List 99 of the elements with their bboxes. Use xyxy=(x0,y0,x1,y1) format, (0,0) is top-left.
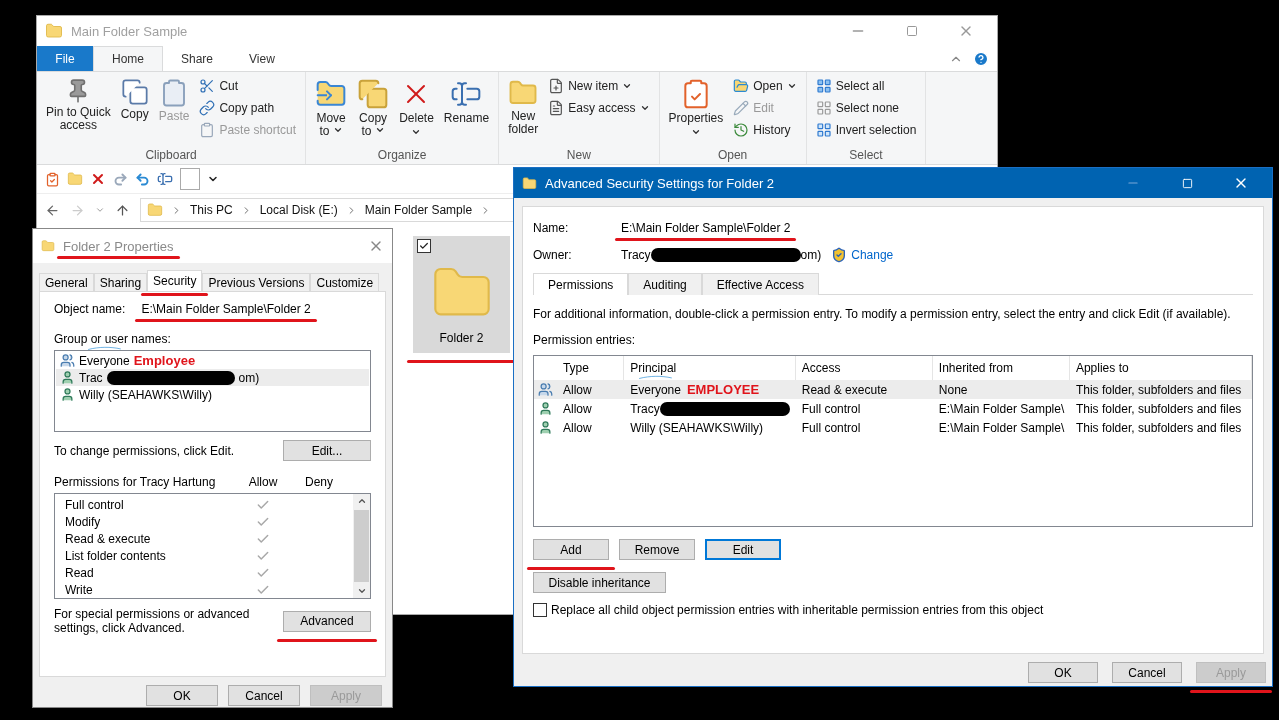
ribbon-button[interactable]: Pin to Quick access xyxy=(43,76,114,134)
permission-name: Full control xyxy=(65,498,125,513)
user-name: Willy (SEAHAWKS\Willy) xyxy=(79,387,212,402)
dialog-title: Advanced Security Settings for Folder 2 xyxy=(545,175,775,191)
action-button[interactable]: Add xyxy=(533,539,609,560)
table-cell: Tracy xyxy=(630,401,660,416)
table-cell: Read & execute xyxy=(801,382,888,397)
permission-name: Modify xyxy=(65,515,102,530)
hint-text: For special permissions or advanced settings, click Advanced. xyxy=(54,607,251,635)
edit-button[interactable]: Edit... xyxy=(283,440,371,461)
table-cell: Full control xyxy=(801,420,861,435)
ribbon-button[interactable]: Invert selection xyxy=(812,120,920,140)
user-list-item[interactable]: Trac om) xyxy=(56,369,369,386)
breadcrumb[interactable]: This PC xyxy=(190,203,233,217)
table-cell: None xyxy=(938,382,968,397)
ribbon-tab[interactable]: File xyxy=(37,46,93,71)
ribbon-button[interactable]: Move to xyxy=(312,76,351,140)
annotation-text: Employee xyxy=(133,353,196,368)
column-header: Allow xyxy=(248,475,278,489)
field-label: Owner: xyxy=(533,248,573,262)
table-cell: Allow xyxy=(562,382,592,397)
section-label: Permissions for Tracy Hartung xyxy=(54,475,217,489)
ribbon-tab[interactable]: Home xyxy=(93,46,163,71)
dialog-tab[interactable]: Permissions xyxy=(533,273,629,295)
dialog-button[interactable]: Cancel xyxy=(1112,662,1182,683)
ribbon-button[interactable]: History xyxy=(730,120,800,140)
dialog-button[interactable]: OK xyxy=(1028,662,1098,683)
ribbon-button[interactable]: Select all xyxy=(812,76,920,96)
ribbon-button[interactable]: Open xyxy=(730,76,800,96)
action-button[interactable]: Edit xyxy=(705,539,781,560)
column-header: Deny xyxy=(305,475,333,489)
table-cell: Allow xyxy=(562,401,592,416)
folder-tile[interactable]: Folder 2 xyxy=(413,236,510,353)
section-label: Group or user names: xyxy=(54,332,171,346)
group-label: Open xyxy=(716,148,749,162)
dialog-button[interactable]: Cancel xyxy=(228,685,300,706)
field-value: E:\Main Folder Sample\Folder 2 xyxy=(141,302,311,316)
action-button[interactable]: Remove xyxy=(619,539,695,560)
table-cell: This folder, subfolders and files xyxy=(1075,401,1242,416)
ribbon-button[interactable]: New folder xyxy=(505,76,542,138)
dialog-button[interactable]: OK xyxy=(146,685,218,706)
hint-text: To change permissions, click Edit. xyxy=(54,443,236,458)
table-row[interactable]: Allow Tracy Full control E:\Main Folder Sample\ This folder, subfolders and files xyxy=(534,399,1252,418)
ribbon-button[interactable]: Easy access xyxy=(545,98,653,118)
ribbon-button[interactable]: Delete xyxy=(396,76,437,139)
field-value: E:\Main Folder Sample\Folder 2 xyxy=(621,221,791,235)
table-cell: Full control xyxy=(801,401,861,416)
dialog-tab[interactable]: Security xyxy=(147,270,203,291)
table-cell: Allow xyxy=(562,420,592,435)
dialog-tab[interactable]: General xyxy=(39,273,94,291)
section-label: Permission entries: xyxy=(533,333,636,347)
field-value: Tracy xyxy=(621,248,651,262)
group-label: Clipboard xyxy=(144,148,198,162)
user-name: Trac xyxy=(79,370,103,385)
folder-label: Folder 2 xyxy=(439,331,484,345)
table-cell: This folder, subfolders and files xyxy=(1075,420,1242,435)
user-list-item[interactable]: Everyone Employee xyxy=(56,352,369,369)
dialog-tab[interactable]: Previous Versions xyxy=(202,273,311,291)
change-link[interactable]: Change xyxy=(851,248,894,262)
ribbon-button[interactable]: New item xyxy=(545,76,653,96)
group-label: New xyxy=(565,148,592,162)
table-row[interactable]: Allow Willy (SEAHAWKS\Willy) Full control E:\Main Folder Sample\ This folder, subfolders and files xyxy=(534,418,1252,437)
ribbon-button[interactable]: Copy xyxy=(117,76,152,123)
table-cell: E:\Main Folder Sample\ xyxy=(938,401,1065,416)
group-label: Select xyxy=(848,148,884,162)
ribbon-button[interactable]: Rename xyxy=(440,76,493,127)
dialog-tab[interactable]: Sharing xyxy=(93,273,148,291)
permission-name: Read & execute xyxy=(65,532,152,547)
breadcrumb[interactable]: Main Folder Sample xyxy=(364,203,473,217)
field-label: Object name: xyxy=(54,302,126,316)
permission-name: List folder contents xyxy=(65,548,167,563)
permission-name: Read xyxy=(65,565,95,580)
table-cell: Everyone xyxy=(630,382,681,397)
dialog-tab[interactable]: Effective Access xyxy=(701,273,819,295)
dialog-tab[interactable]: Auditing xyxy=(628,273,702,295)
checkbox-label: Replace all child object permission entries with inheritable permission entries from this object xyxy=(551,603,1044,617)
dialog-title: Folder 2 Properties xyxy=(63,238,174,254)
user-name: Everyone xyxy=(79,353,130,368)
user-list-item[interactable]: Willy (SEAHAWKS\Willy) xyxy=(56,386,369,403)
group-label: Organize xyxy=(376,148,428,162)
info-text: For additional information, double-click a permission entry. To modify a permission entry, select the entry and click Edit (if available). xyxy=(533,307,1231,321)
ribbon-button[interactable]: Cut xyxy=(196,76,300,96)
window-title: Main Folder Sample xyxy=(71,23,188,39)
annotation-text: EMPLOYEE xyxy=(686,382,760,397)
table-cell: This folder, subfolders and files xyxy=(1075,382,1242,397)
field-label: Name: xyxy=(533,221,570,235)
table-cell: Willy (SEAHAWKS\Willy) xyxy=(630,420,764,435)
field-value: om) xyxy=(800,248,822,262)
dialog-tab[interactable]: Customize xyxy=(310,273,380,291)
user-name: om) xyxy=(238,370,260,385)
ribbon-button[interactable]: Properties xyxy=(665,76,727,139)
ribbon-button[interactable]: Select none xyxy=(812,98,920,118)
ribbon-button[interactable]: Copy path xyxy=(196,98,300,118)
disable-inheritance-button[interactable]: Disable inheritance xyxy=(533,572,666,593)
breadcrumb[interactable]: Local Disk (E:) xyxy=(259,203,338,217)
advanced-button[interactable]: Advanced xyxy=(283,610,371,632)
ribbon-button[interactable]: Copy to xyxy=(354,76,393,140)
permission-name: Write xyxy=(65,582,94,597)
table-cell: E:\Main Folder Sample\ xyxy=(938,420,1065,435)
